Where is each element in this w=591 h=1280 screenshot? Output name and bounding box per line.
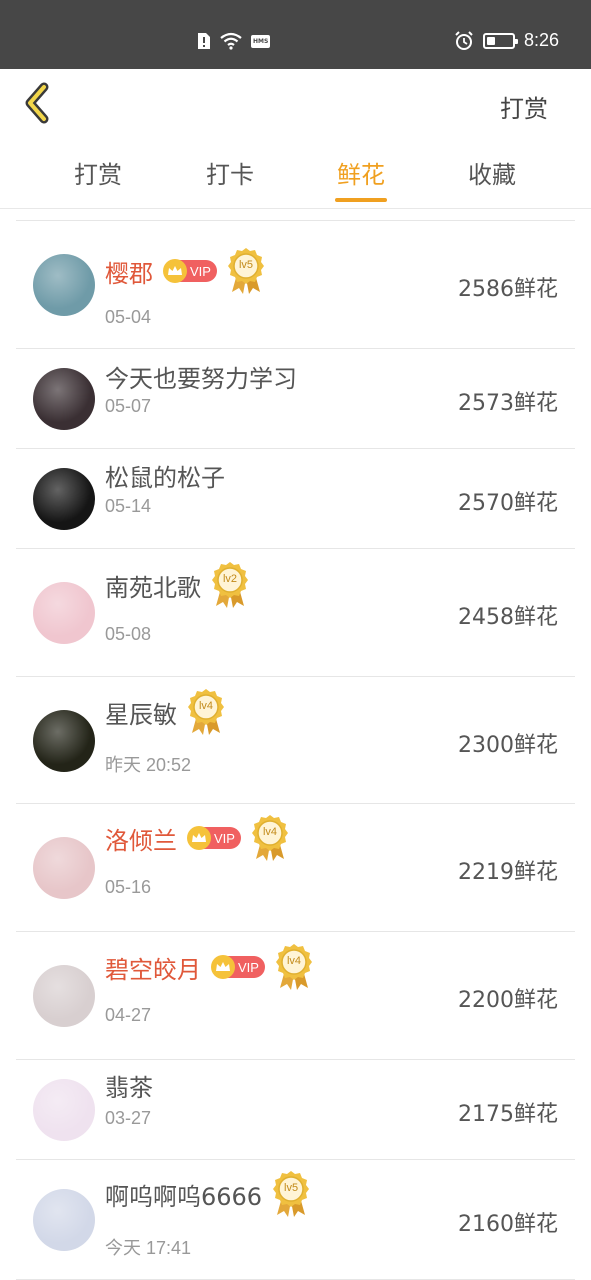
name-line: 今天也要努力学习 xyxy=(105,356,297,396)
avatar[interactable] xyxy=(33,254,95,316)
timestamp: 05-16 xyxy=(105,877,152,897)
level-label: lv5 xyxy=(238,259,253,271)
reward-button[interactable]: 打赏 xyxy=(500,89,548,124)
tab-checkin[interactable]: 打卡 xyxy=(180,155,280,190)
vip-label: VIP xyxy=(214,830,235,846)
wifi-icon xyxy=(220,32,242,50)
battery-icon xyxy=(482,32,518,49)
user-name[interactable]: 碧空皎月 xyxy=(105,950,201,985)
avatar[interactable] xyxy=(33,468,95,530)
user-name[interactable]: 樱郡 xyxy=(105,254,153,289)
avatar[interactable] xyxy=(33,582,95,644)
flower-count: 2219鲜花 xyxy=(458,860,558,885)
crown-icon xyxy=(163,259,187,283)
user-name[interactable]: 洛倾兰 xyxy=(105,821,177,856)
status-icons-right: 8:26 xyxy=(454,30,559,51)
vip-badge: VIP xyxy=(211,955,265,979)
level-label: lv5 xyxy=(284,1182,299,1194)
name-line: 樱郡 VIP lv5 xyxy=(105,248,265,294)
list-item[interactable]: 今天也要努力学习 05-07 2573鲜花 xyxy=(16,349,575,449)
level-label: lv4 xyxy=(286,955,301,967)
crown-icon xyxy=(187,826,211,850)
timestamp: 05-08 xyxy=(105,624,152,644)
status-icons-center: HMS xyxy=(197,32,271,50)
list-item[interactable]: 碧空皎月 VIP lv4 04-27 2200鲜花 xyxy=(16,932,575,1060)
top-nav-bar: 打赏 xyxy=(0,69,591,139)
timestamp: 05-07 xyxy=(105,396,152,416)
alarm-icon xyxy=(455,30,473,50)
list-item[interactable]: 樱郡 VIP lv5 05-04 2586鲜花 xyxy=(16,221,575,349)
vip-label: VIP xyxy=(238,959,259,975)
flower-count: 2586鲜花 xyxy=(458,277,558,302)
name-line: 星辰敏 lv4 xyxy=(105,689,225,735)
level-label: lv4 xyxy=(262,826,277,838)
avatar[interactable] xyxy=(33,965,95,1027)
level-medal-icon: lv2 xyxy=(211,560,249,610)
active-tab-indicator xyxy=(335,198,387,202)
timestamp: 05-04 xyxy=(105,307,152,327)
tab-bar: 打赏 打卡 鲜花 收藏 xyxy=(0,139,591,209)
flower-count: 2458鲜花 xyxy=(458,605,558,630)
name-line: 啊呜啊呜6666 lv5 xyxy=(105,1171,310,1217)
user-name[interactable]: 翡茶 xyxy=(105,1068,153,1103)
user-name[interactable]: 星辰敏 xyxy=(105,695,177,730)
user-name[interactable]: 松鼠的松子 xyxy=(105,458,225,493)
level-medal-icon: lv4 xyxy=(187,687,225,737)
clock-time: 8:26 xyxy=(523,30,559,50)
timestamp: 05-14 xyxy=(105,496,152,516)
timestamp: 今天 17:41 xyxy=(105,1238,192,1258)
avatar[interactable] xyxy=(33,837,95,899)
user-name[interactable]: 南苑北歌 xyxy=(105,568,201,603)
user-name[interactable]: 今天也要努力学习 xyxy=(105,359,297,394)
hms-icon: HMS xyxy=(251,34,271,48)
level-label: lv2 xyxy=(222,573,238,585)
user-name[interactable]: 啊呜啊呜6666 xyxy=(105,1177,262,1212)
name-line: 洛倾兰 VIP lv4 xyxy=(105,815,289,861)
crown-icon xyxy=(211,955,235,979)
vip-badge: VIP xyxy=(187,826,241,850)
flower-count: 2200鲜花 xyxy=(458,988,558,1013)
avatar[interactable] xyxy=(33,1189,95,1251)
back-button[interactable] xyxy=(20,81,60,125)
flower-count: 2300鲜花 xyxy=(458,732,558,758)
sim-alert-icon xyxy=(198,33,210,49)
avatar[interactable] xyxy=(33,709,95,772)
tab-reward[interactable]: 打赏 xyxy=(48,155,148,190)
name-line: 南苑北歌 lv2 xyxy=(105,562,249,608)
list-item[interactable]: 南苑北歌 lv2 05-08 2458鲜花 xyxy=(16,549,575,677)
level-medal-icon: lv4 xyxy=(251,813,289,863)
level-label: lv4 xyxy=(198,700,214,712)
level-medal-icon: lv5 xyxy=(227,246,265,296)
avatar[interactable] xyxy=(33,368,95,430)
status-bar: HMS 8:26 xyxy=(0,0,591,69)
list-item[interactable]: 翡茶 03-27 2175鲜花 xyxy=(16,1060,575,1160)
vip-label: VIP xyxy=(190,263,211,279)
chevron-left-icon xyxy=(25,82,49,124)
flower-count: 2573鲜花 xyxy=(458,391,558,416)
list-item[interactable]: 洛倾兰 VIP lv4 05-16 2219鲜花 xyxy=(16,804,575,932)
flower-count: 2570鲜花 xyxy=(458,491,558,516)
name-line: 碧空皎月 VIP lv4 xyxy=(105,944,313,990)
list-item[interactable]: 啊呜啊呜6666 lv5 今天 17:41 2160鲜花 xyxy=(16,1160,575,1280)
list-item[interactable]: 星辰敏 lv4 昨天 20:52 2300鲜花 xyxy=(16,677,575,804)
timestamp: 03-27 xyxy=(105,1108,152,1128)
tab-flowers[interactable]: 鲜花 xyxy=(311,155,411,190)
flower-count: 2175鲜花 xyxy=(458,1102,558,1127)
level-medal-icon: lv4 xyxy=(275,942,313,992)
flower-count: 2160鲜花 xyxy=(458,1212,558,1237)
tab-favorites[interactable]: 收藏 xyxy=(442,155,542,190)
vip-badge: VIP xyxy=(163,259,217,283)
avatar[interactable] xyxy=(33,1079,95,1141)
name-line: 翡茶 xyxy=(105,1065,153,1105)
level-medal-icon: lv5 xyxy=(272,1169,310,1219)
timestamp: 04-27 xyxy=(105,1005,152,1025)
timestamp: 昨天 20:52 xyxy=(105,755,192,775)
name-line: 松鼠的松子 xyxy=(105,455,225,495)
list-item[interactable]: 松鼠的松子 05-14 2570鲜花 xyxy=(16,449,575,549)
